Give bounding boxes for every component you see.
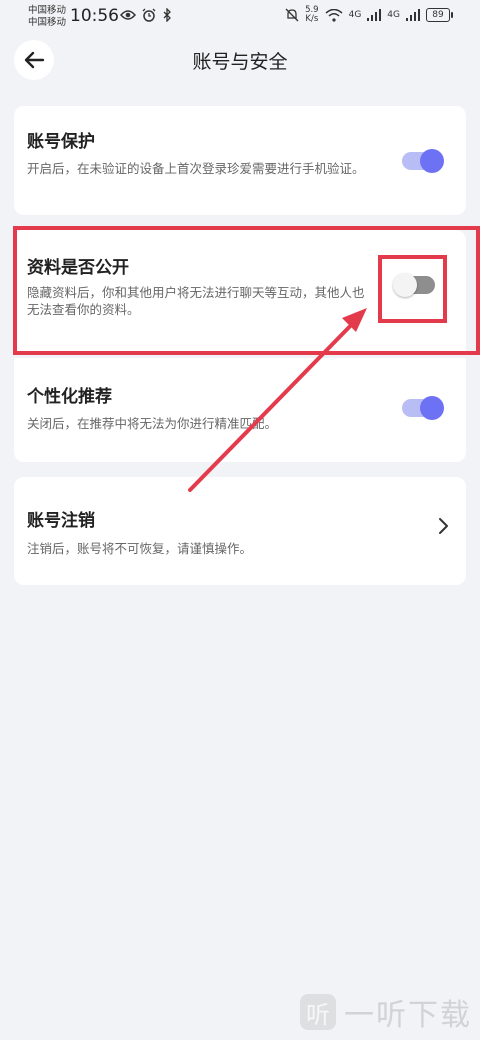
signal-1-label: 4G — [348, 10, 362, 20]
personalized-recommendation-toggle[interactable] — [402, 396, 444, 420]
bluetooth-icon — [163, 8, 171, 22]
toggle-knob — [420, 396, 444, 420]
signal-bars-icon — [367, 9, 382, 21]
battery-indicator: 89 — [426, 8, 453, 22]
account-protection-title: 账号保护 — [27, 132, 95, 152]
toggle-knob — [420, 149, 444, 173]
watermark-text: 一听下载 — [344, 998, 472, 1033]
account-cancellation-description: 注销后，账号将不可恢复，请谨慎操作。 — [27, 541, 253, 556]
wifi-icon — [325, 8, 343, 22]
watermark-logo: 听 — [300, 994, 336, 1030]
signal-2-label: 4G — [387, 10, 400, 20]
watermark: 听 一听下载 — [300, 990, 472, 1034]
annotation-highlight-toggle — [378, 255, 447, 323]
alarm-icon — [142, 8, 156, 22]
carrier-2: 中国移动 — [28, 17, 67, 28]
status-bar: 中国移动 中国移动 10:56 5.9 K/s 4G 4G 89 — [0, 0, 480, 38]
mute-icon — [285, 8, 299, 22]
account-protection-description: 开启后，在未验证的设备上首次登录珍爱需要进行手机验证。 — [27, 161, 365, 176]
carrier-labels: 中国移动 中国移动 — [28, 5, 66, 29]
status-time: 10:56 — [70, 6, 119, 26]
eye-icon — [120, 10, 136, 20]
network-speed: 5.9 K/s — [305, 6, 319, 24]
account-cancellation-title: 账号注销 — [27, 511, 95, 531]
personalized-recommendation-title: 个性化推荐 — [27, 387, 112, 407]
page-title: 账号与安全 — [192, 51, 288, 73]
status-icons-left — [120, 8, 172, 22]
account-protection-toggle[interactable] — [402, 149, 444, 173]
carrier-1: 中国移动 — [28, 5, 67, 16]
chevron-right-icon[interactable] — [438, 517, 450, 535]
network-speed-unit: K/s — [305, 14, 319, 24]
status-icons-right: 5.9 K/s 4G 4G 89 — [285, 6, 453, 24]
signal-bars-icon — [406, 9, 420, 21]
annotation-arrow — [188, 308, 367, 492]
